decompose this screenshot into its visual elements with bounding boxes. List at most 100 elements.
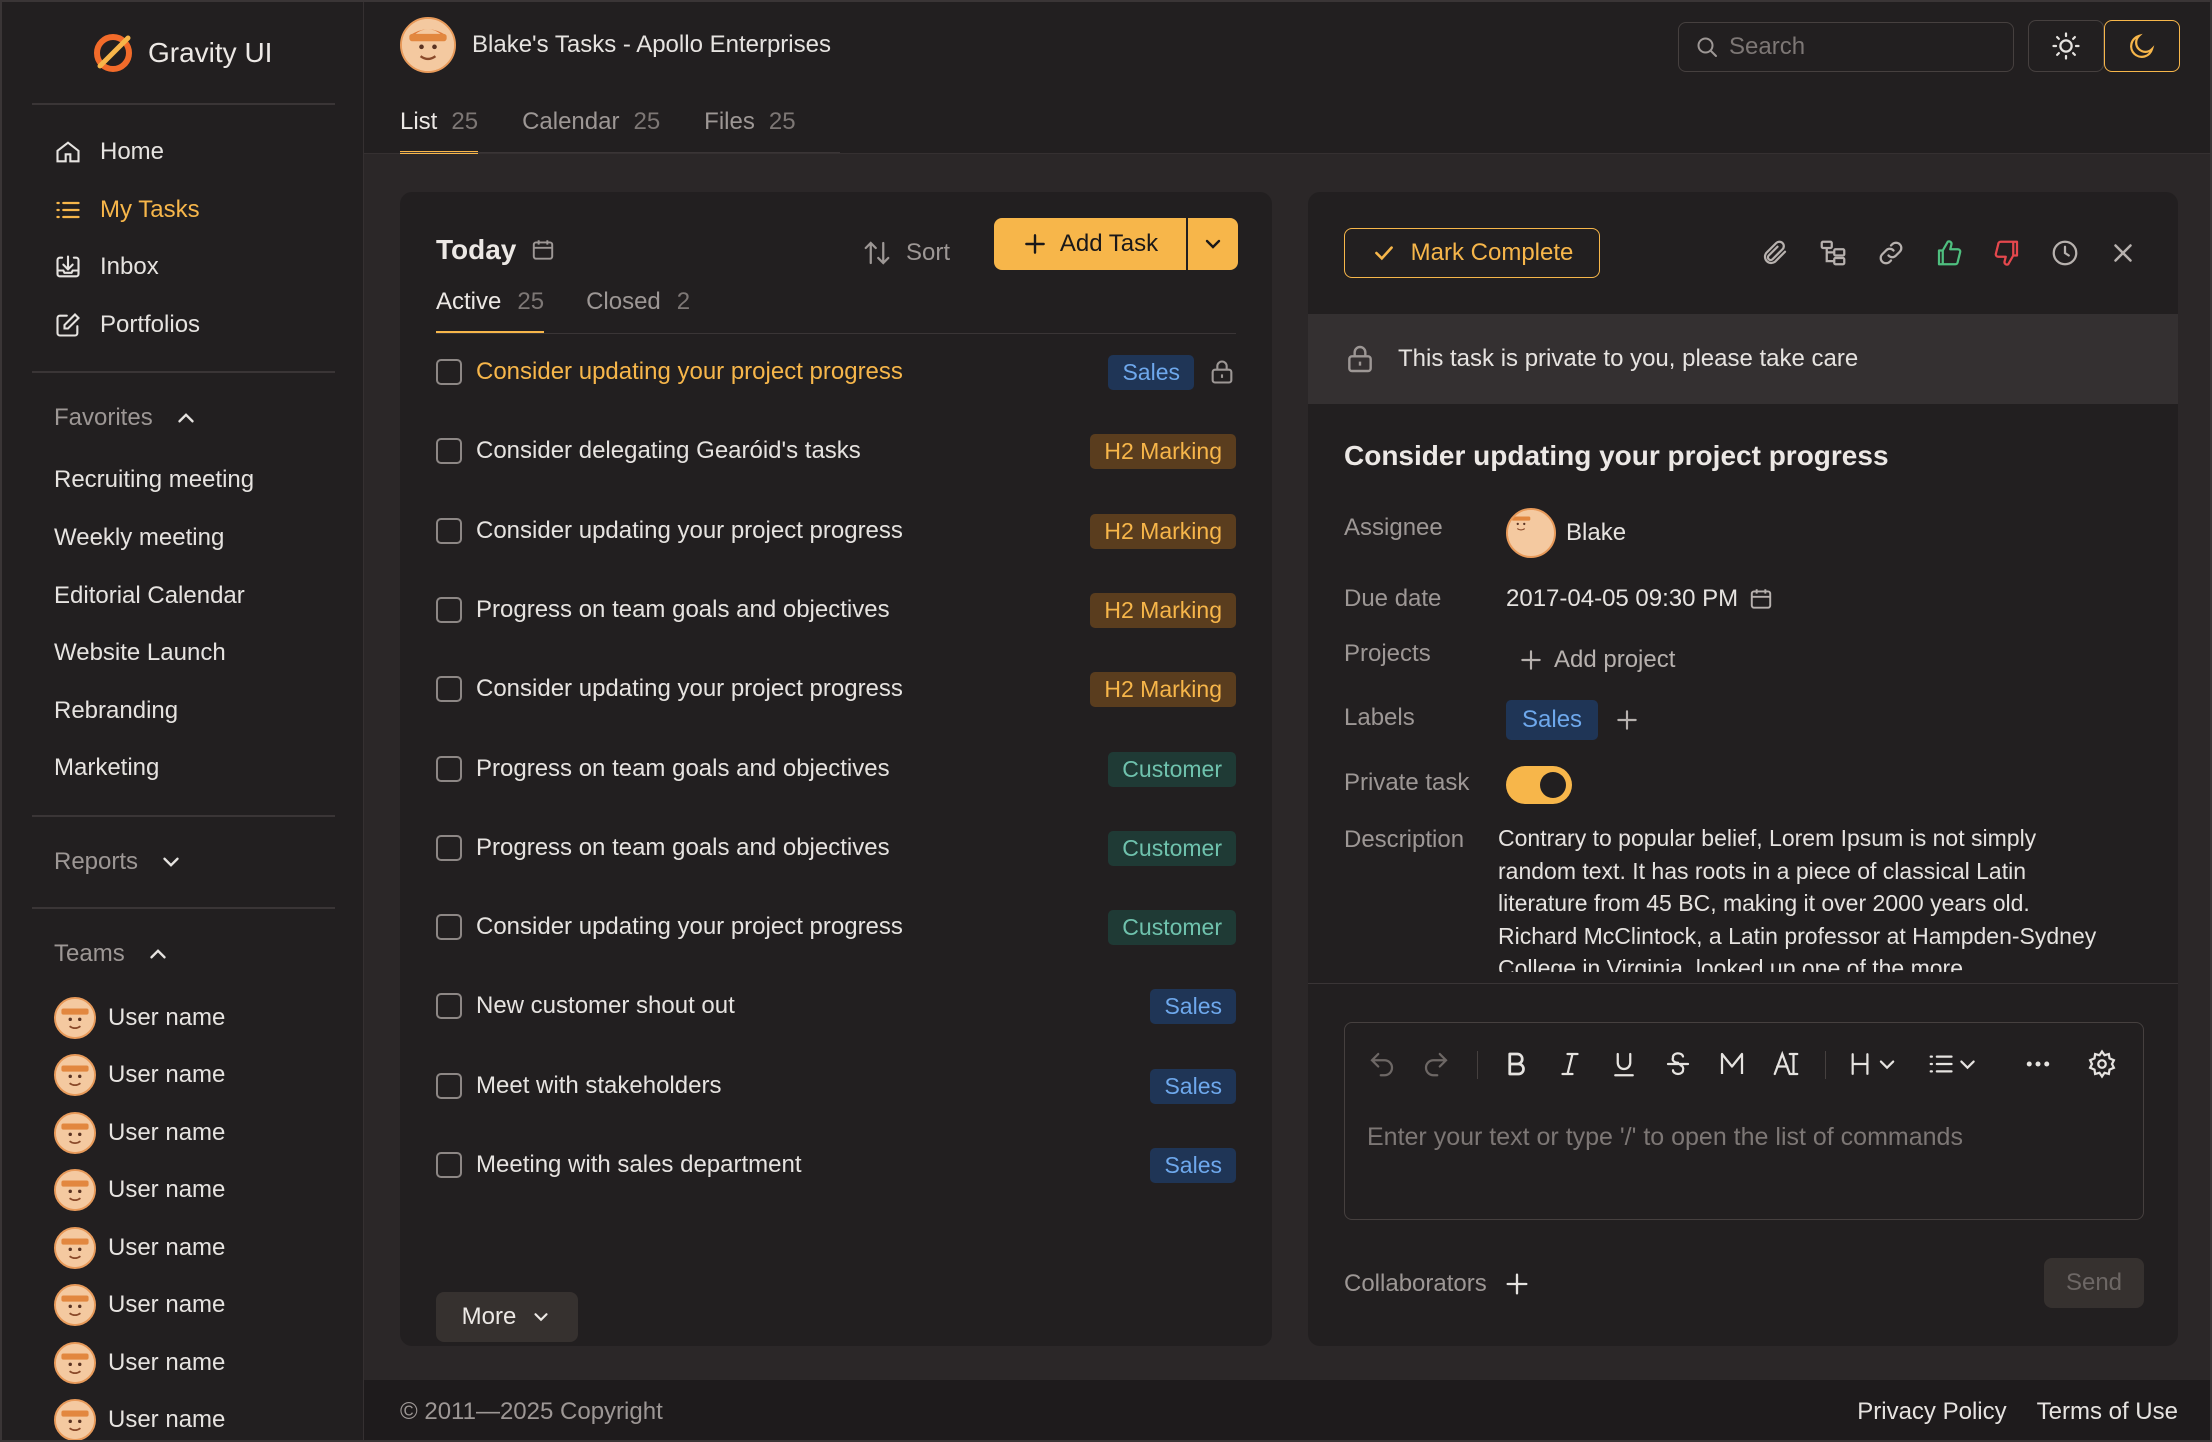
task-title[interactable]: Consider delegating Gearóid's tasks xyxy=(476,437,1090,465)
task-title[interactable]: Consider updating your project progress xyxy=(476,675,1090,703)
private-task-toggle[interactable] xyxy=(1506,766,1572,804)
tab-active[interactable]: Active 25 xyxy=(436,284,545,334)
assignee-field[interactable]: Blake xyxy=(1506,508,1626,558)
task-row[interactable]: Progress on team goals and objectives Cus… xyxy=(436,826,1236,870)
add-project-button[interactable]: Add project xyxy=(1518,646,1675,674)
task-row[interactable]: New customer shout out Sales xyxy=(436,984,1236,1028)
team-member-item[interactable]: User name xyxy=(54,996,225,1040)
add-collaborator-icon[interactable] xyxy=(1503,1270,1531,1298)
task-tag[interactable]: Customer xyxy=(1108,909,1236,945)
task-checkbox[interactable] xyxy=(436,914,462,940)
redo-icon[interactable] xyxy=(1421,1049,1451,1079)
tab-files[interactable]: Files 25 xyxy=(704,102,795,154)
task-title[interactable]: Meeting with sales department xyxy=(476,1151,1150,1179)
task-checkbox[interactable] xyxy=(436,756,462,782)
task-tag[interactable]: H2 Marking xyxy=(1090,433,1236,469)
due-date-field[interactable]: 2017-04-05 09:30 PM xyxy=(1506,585,1774,613)
subtask-icon[interactable] xyxy=(1818,238,1848,268)
calendar-icon[interactable] xyxy=(530,237,556,263)
task-tag[interactable]: Customer xyxy=(1108,830,1236,866)
task-tag[interactable]: Customer xyxy=(1108,751,1236,787)
team-member-item[interactable]: User name xyxy=(54,1226,225,1270)
task-title[interactable]: Progress on team goals and objectives xyxy=(476,596,1090,624)
task-title[interactable]: Meet with stakeholders xyxy=(476,1072,1150,1100)
description-text[interactable]: Contrary to popular belief, Lorem Ipsum … xyxy=(1498,822,2108,972)
task-checkbox[interactable] xyxy=(436,1073,462,1099)
thumbs-up-icon[interactable] xyxy=(1934,238,1964,268)
dark-theme-button[interactable] xyxy=(2104,20,2180,72)
close-icon[interactable] xyxy=(2108,238,2138,268)
task-tag[interactable]: Sales xyxy=(1150,1068,1236,1104)
privacy-policy-link[interactable]: Privacy Policy xyxy=(1857,1398,2006,1426)
more-button[interactable]: More xyxy=(436,1292,578,1342)
task-checkbox[interactable] xyxy=(436,993,462,1019)
task-title[interactable]: New customer shout out xyxy=(476,992,1150,1020)
label-tag[interactable]: Sales xyxy=(1506,700,1599,740)
italic-icon[interactable] xyxy=(1555,1049,1585,1079)
tab-list[interactable]: List 25 xyxy=(400,102,479,154)
task-row[interactable]: Consider delegating Gearóid's tasks H2 Ma… xyxy=(436,429,1236,473)
send-button[interactable]: Send xyxy=(2044,1258,2144,1308)
task-tag[interactable]: Sales xyxy=(1108,354,1194,390)
task-tag[interactable]: H2 Marking xyxy=(1090,513,1236,549)
more-options-icon[interactable] xyxy=(2023,1049,2053,1079)
terms-of-use-link[interactable]: Terms of Use xyxy=(2037,1398,2178,1426)
task-tag[interactable]: Sales xyxy=(1150,988,1236,1024)
reports-header[interactable]: Reports xyxy=(54,844,184,880)
list-dropdown-icon[interactable] xyxy=(1927,1049,1981,1079)
task-checkbox[interactable] xyxy=(436,1152,462,1178)
task-row[interactable]: Progress on team goals and objectives H2 … xyxy=(436,588,1236,632)
favorites-header[interactable]: Favorites xyxy=(54,400,199,436)
comment-editor[interactable]: Enter your text or type '/' to open the … xyxy=(1344,1022,2144,1220)
favorite-item[interactable]: Weekly meeting xyxy=(54,518,224,558)
text-style-icon[interactable] xyxy=(1771,1049,1801,1079)
team-member-item[interactable]: User name xyxy=(54,1398,225,1440)
bold-icon[interactable] xyxy=(1501,1049,1531,1079)
undo-icon[interactable] xyxy=(1367,1049,1397,1079)
task-checkbox[interactable] xyxy=(436,359,462,385)
tab-closed[interactable]: Closed 2 xyxy=(586,284,690,334)
clock-icon[interactable] xyxy=(2050,238,2080,268)
task-title[interactable]: Consider updating your project progress xyxy=(476,517,1090,545)
task-row[interactable]: Consider updating your project progress H… xyxy=(436,509,1236,553)
favorite-item[interactable]: Rebranding xyxy=(54,691,178,731)
sort-button[interactable]: Sort xyxy=(862,238,950,268)
favorite-item[interactable]: Marketing xyxy=(54,748,159,788)
strikethrough-icon[interactable] xyxy=(1663,1049,1693,1079)
nav-item-my-tasks[interactable]: My Tasks xyxy=(54,190,200,230)
task-checkbox[interactable] xyxy=(436,835,462,861)
underline-icon[interactable] xyxy=(1609,1049,1639,1079)
task-row[interactable]: Consider updating your project progress H… xyxy=(436,667,1236,711)
task-checkbox[interactable] xyxy=(436,676,462,702)
nav-item-portfolios[interactable]: Portfolios xyxy=(54,305,200,345)
teams-header[interactable]: Teams xyxy=(54,936,171,972)
settings-icon[interactable] xyxy=(2087,1049,2117,1079)
task-title[interactable]: Consider updating your project progress xyxy=(476,913,1108,941)
add-task-button[interactable]: Add Task xyxy=(994,218,1186,270)
brand[interactable]: Gravity UI xyxy=(92,30,272,76)
task-title[interactable]: Progress on team goals and objectives xyxy=(476,834,1108,862)
team-member-item[interactable]: User name xyxy=(54,1341,225,1385)
favorite-item[interactable]: Editorial Calendar xyxy=(54,576,245,616)
task-row[interactable]: Consider updating your project progress C… xyxy=(436,905,1236,949)
favorite-item[interactable]: Website Launch xyxy=(54,633,226,673)
add-label-icon[interactable] xyxy=(1614,707,1640,733)
heading-dropdown-icon[interactable] xyxy=(1849,1049,1903,1079)
team-member-item[interactable]: User name xyxy=(54,1053,225,1097)
favorite-item[interactable]: Recruiting meeting xyxy=(54,460,254,500)
team-member-item[interactable]: User name xyxy=(54,1168,225,1212)
thumbs-down-icon[interactable] xyxy=(1992,238,2022,268)
add-task-dropdown[interactable] xyxy=(1188,218,1238,270)
task-checkbox[interactable] xyxy=(436,438,462,464)
task-row[interactable]: Progress on team goals and objectives Cus… xyxy=(436,747,1236,791)
task-row[interactable]: Consider updating your project progress S… xyxy=(436,350,1236,394)
monospace-icon[interactable] xyxy=(1717,1049,1747,1079)
team-member-item[interactable]: User name xyxy=(54,1111,225,1155)
task-title[interactable]: Progress on team goals and objectives xyxy=(476,755,1108,783)
light-theme-button[interactable] xyxy=(2028,20,2104,72)
task-row[interactable]: Meet with stakeholders Sales xyxy=(436,1064,1236,1108)
mark-complete-button[interactable]: Mark Complete xyxy=(1344,228,1600,278)
task-title[interactable]: Consider updating your project progress xyxy=(476,358,1108,386)
team-member-item[interactable]: User name xyxy=(54,1283,225,1327)
task-tag[interactable]: H2 Marking xyxy=(1090,592,1236,628)
